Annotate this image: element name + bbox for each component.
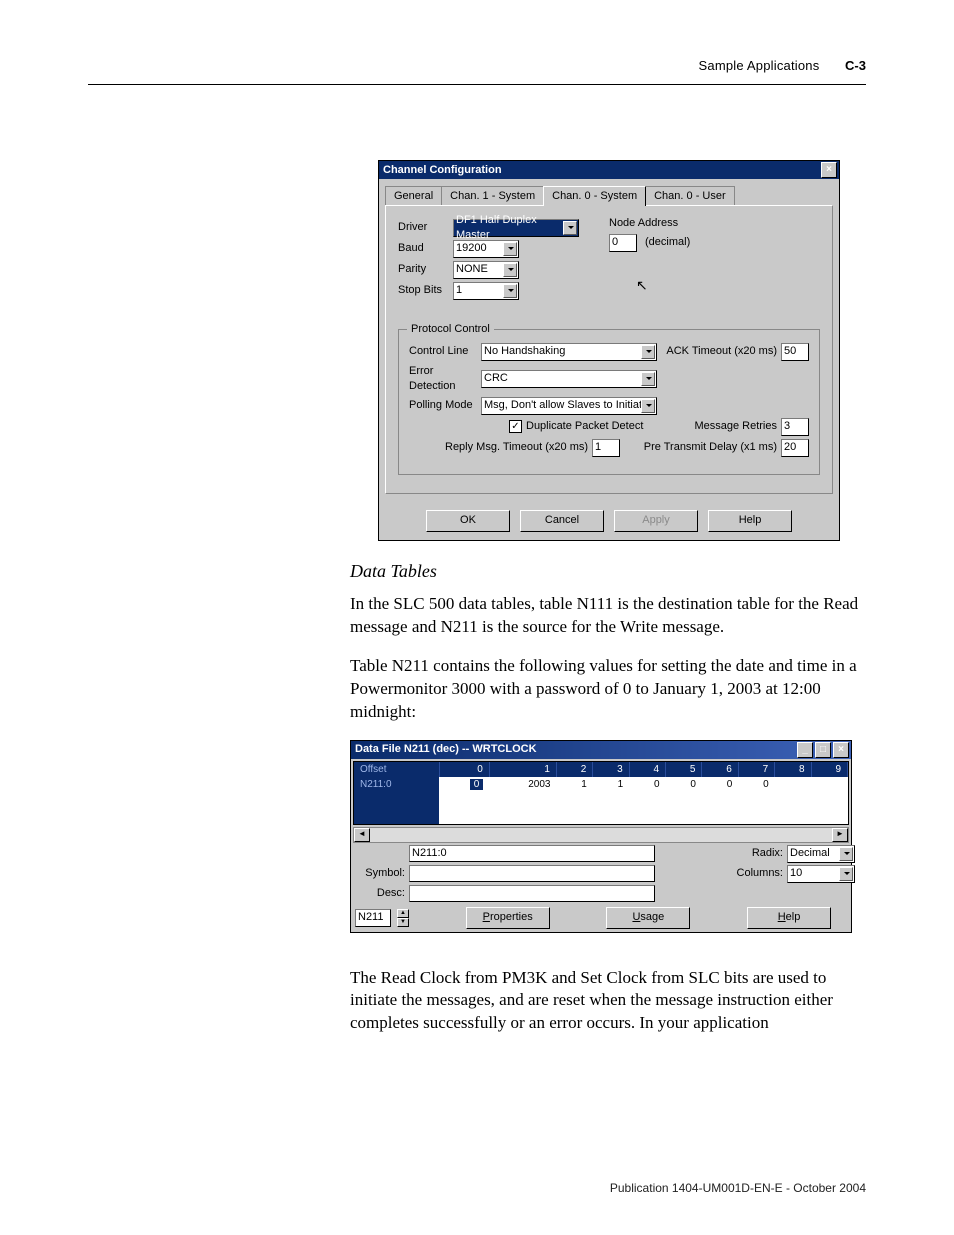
cell[interactable]: 1 bbox=[556, 777, 592, 793]
minimize-icon[interactable]: _ bbox=[797, 742, 813, 758]
help-button[interactable]: Help bbox=[708, 510, 792, 532]
driver-select[interactable]: DF1 Half Duplex Master bbox=[453, 219, 579, 237]
col-header: 8 bbox=[775, 762, 811, 778]
tab-chan0-user[interactable]: Chan. 0 - User bbox=[645, 186, 735, 206]
cell[interactable] bbox=[775, 777, 811, 793]
desc-label: Desc: bbox=[355, 886, 405, 901]
radix-label: Radix: bbox=[703, 846, 783, 861]
header-page: C-3 bbox=[845, 58, 866, 73]
usage-button[interactable]: Usage bbox=[606, 907, 690, 929]
node-address-input[interactable]: 0 bbox=[609, 234, 637, 252]
stopbits-select[interactable]: 1 bbox=[453, 282, 519, 300]
pretransmit-delay-input[interactable]: 20 bbox=[781, 439, 809, 457]
properties-button[interactable]: Properties bbox=[466, 907, 550, 929]
cell[interactable]: 0 bbox=[629, 777, 665, 793]
protocol-control-title: Protocol Control bbox=[407, 322, 494, 337]
dialog-title: Channel Configuration bbox=[383, 163, 502, 178]
cell[interactable]: 0 bbox=[738, 777, 774, 793]
parity-select[interactable]: NONE bbox=[453, 261, 519, 279]
parity-label: Parity bbox=[398, 262, 453, 277]
desc-input[interactable] bbox=[409, 885, 655, 902]
driver-label: Driver bbox=[398, 220, 453, 235]
paragraph-3: The Read Clock from PM3K and Set Clock f… bbox=[350, 967, 862, 1036]
cancel-button[interactable]: Cancel bbox=[520, 510, 604, 532]
pretransmit-delay-label: Pre Transmit Delay (x1 ms) bbox=[644, 440, 777, 455]
polling-mode-label: Polling Mode bbox=[409, 398, 481, 413]
error-detection-select[interactable]: CRC bbox=[481, 370, 657, 388]
maximize-icon[interactable]: □ bbox=[815, 742, 831, 758]
help-button[interactable]: Help bbox=[747, 907, 831, 929]
baud-label: Baud bbox=[398, 241, 453, 256]
control-line-label: Control Line bbox=[409, 344, 481, 359]
cell[interactable]: 0 bbox=[439, 777, 489, 793]
tab-chan0-system[interactable]: Chan. 0 - System bbox=[543, 186, 646, 206]
data-file-title: Data File N211 (dec) -- WRTCLOCK bbox=[355, 742, 537, 757]
message-retries-label: Message Retries bbox=[694, 419, 777, 434]
columns-label: Columns: bbox=[703, 866, 783, 881]
duplicate-packet-label: Duplicate Packet Detect bbox=[526, 419, 643, 434]
duplicate-packet-checkbox[interactable] bbox=[509, 420, 522, 433]
scroll-right-icon[interactable]: ► bbox=[832, 828, 848, 842]
cell[interactable]: 0 bbox=[666, 777, 702, 793]
paragraph-2: Table N211 contains the following values… bbox=[350, 655, 862, 724]
col-header: 5 bbox=[666, 762, 702, 778]
offset-header: Offset bbox=[354, 762, 439, 778]
node-address-unit: (decimal) bbox=[645, 235, 690, 250]
cursor-icon: ↖ bbox=[636, 276, 648, 295]
ack-timeout-label: ACK Timeout (x20 ms) bbox=[666, 344, 777, 359]
col-header: 6 bbox=[702, 762, 738, 778]
close-icon[interactable]: × bbox=[833, 742, 849, 758]
footer-text: Publication 1404-UM001D-EN-E - October 2… bbox=[610, 1181, 866, 1195]
symbol-input[interactable] bbox=[409, 865, 655, 882]
error-detection-label: Error Detection bbox=[409, 364, 481, 394]
data-tables-heading: Data Tables bbox=[350, 559, 862, 583]
node-address-label: Node Address bbox=[609, 216, 690, 231]
file-nav-stepper[interactable]: ▲▼ bbox=[397, 909, 409, 927]
scroll-left-icon[interactable]: ◄ bbox=[354, 828, 370, 842]
col-header: 0 bbox=[439, 762, 489, 778]
cell[interactable]: 0 bbox=[702, 777, 738, 793]
tab-general[interactable]: General bbox=[385, 186, 442, 206]
columns-select[interactable]: 10 bbox=[787, 865, 855, 883]
col-header: 3 bbox=[593, 762, 629, 778]
stopbits-label: Stop Bits bbox=[398, 283, 453, 298]
baud-select[interactable]: 19200 bbox=[453, 240, 519, 258]
address-input[interactable]: N211:0 bbox=[409, 845, 655, 862]
apply-button[interactable]: Apply bbox=[614, 510, 698, 532]
ok-button[interactable]: OK bbox=[426, 510, 510, 532]
paragraph-1: In the SLC 500 data tables, table N111 i… bbox=[350, 593, 862, 639]
channel-config-dialog: Channel Configuration × General Chan. 1 … bbox=[378, 160, 840, 541]
horizontal-scrollbar[interactable]: ◄ ► bbox=[353, 827, 849, 843]
reply-timeout-input[interactable]: 1 bbox=[592, 439, 620, 457]
close-icon[interactable]: × bbox=[821, 162, 837, 178]
control-line-select[interactable]: No Handshaking bbox=[481, 343, 657, 361]
col-header: 7 bbox=[738, 762, 774, 778]
cell[interactable]: 2003 bbox=[489, 777, 556, 793]
header-section: Sample Applications bbox=[699, 58, 820, 73]
data-file-window: Data File N211 (dec) -- WRTCLOCK _ □ × O… bbox=[350, 740, 852, 933]
file-nav-input[interactable]: N211 bbox=[355, 909, 391, 927]
col-header: 2 bbox=[556, 762, 592, 778]
col-header: 9 bbox=[811, 762, 847, 778]
tab-chan1-system[interactable]: Chan. 1 - System bbox=[441, 186, 544, 206]
ack-timeout-input[interactable]: 50 bbox=[781, 343, 809, 361]
cell[interactable]: 1 bbox=[593, 777, 629, 793]
cell[interactable] bbox=[811, 777, 847, 793]
reply-timeout-label: Reply Msg. Timeout (x20 ms) bbox=[445, 440, 588, 455]
symbol-label: Symbol: bbox=[355, 866, 405, 881]
message-retries-input[interactable]: 3 bbox=[781, 418, 809, 436]
data-table: Offset 0 1 2 3 4 5 6 7 8 9 N211:0 bbox=[353, 761, 849, 825]
row-label: N211:0 bbox=[354, 777, 439, 793]
col-header: 1 bbox=[489, 762, 556, 778]
col-header: 4 bbox=[629, 762, 665, 778]
polling-mode-select[interactable]: Msg, Don't allow Slaves to Initiat bbox=[481, 397, 657, 415]
radix-select[interactable]: Decimal bbox=[787, 845, 855, 863]
header-rule bbox=[88, 84, 866, 85]
protocol-control-group: Protocol Control Control Line No Handsha… bbox=[398, 329, 820, 475]
